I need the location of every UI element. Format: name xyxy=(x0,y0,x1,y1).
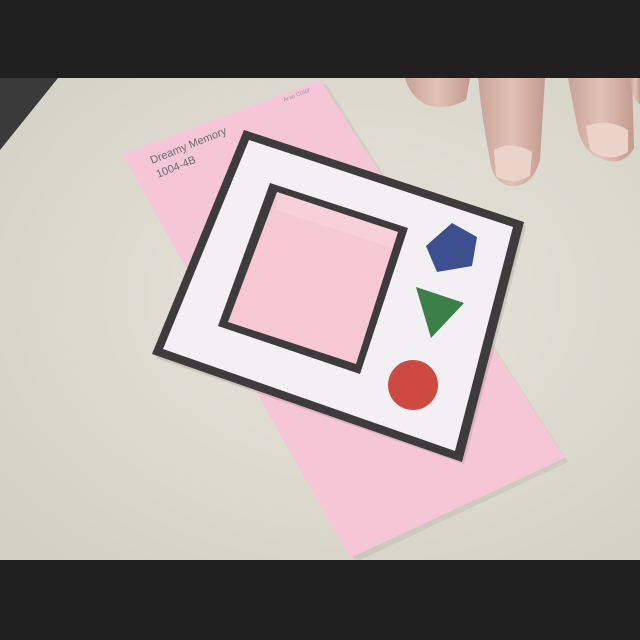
fingernail-2 xyxy=(494,145,532,181)
circle-shape xyxy=(388,360,438,410)
photo-scene: Dreamy Memory 1004-4B Arvo Color xyxy=(0,0,640,640)
letterbox-bottom xyxy=(0,560,640,640)
letterbox-top xyxy=(0,0,640,78)
photo-canvas: Dreamy Memory 1004-4B Arvo Color xyxy=(0,0,640,640)
